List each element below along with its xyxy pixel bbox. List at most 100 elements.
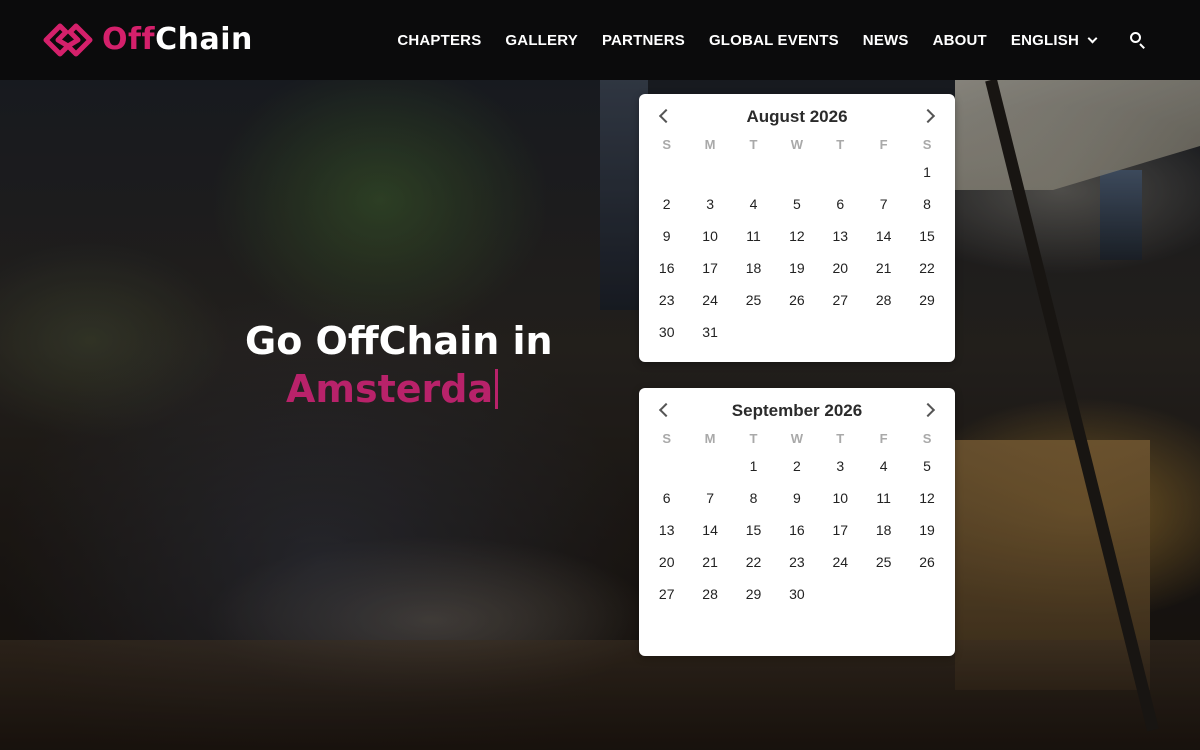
calendar-day[interactable]: 22 bbox=[732, 546, 775, 578]
hero-typed-city: Amsterda bbox=[286, 366, 499, 412]
calendar-day[interactable]: 14 bbox=[862, 220, 905, 252]
calendar-day[interactable]: 30 bbox=[645, 316, 688, 348]
hero-title: Go OffChain in bbox=[245, 319, 553, 363]
calendar-day[interactable]: 18 bbox=[732, 252, 775, 284]
nav-chapters[interactable]: CHAPTERS bbox=[397, 32, 481, 49]
calendar-day[interactable]: 2 bbox=[645, 188, 688, 220]
calendar-day[interactable]: 2 bbox=[775, 450, 818, 482]
calendar-empty-cell bbox=[688, 156, 731, 188]
calendar-day[interactable]: 25 bbox=[862, 546, 905, 578]
calendar-day[interactable]: 10 bbox=[819, 482, 862, 514]
calendar-month-title: September 2026 bbox=[731, 401, 863, 420]
calendar-day[interactable]: 6 bbox=[819, 188, 862, 220]
calendar-day[interactable]: 3 bbox=[819, 450, 862, 482]
calendar-day[interactable]: 17 bbox=[688, 252, 731, 284]
nav-gallery[interactable]: GALLERY bbox=[505, 32, 578, 49]
calendar-day[interactable]: 13 bbox=[819, 220, 862, 252]
nav-partners[interactable]: PARTNERS bbox=[602, 32, 685, 49]
calendar-day[interactable]: 5 bbox=[905, 450, 948, 482]
language-selector[interactable]: ENGLISH bbox=[1011, 32, 1098, 49]
calendar-day[interactable]: 9 bbox=[775, 482, 818, 514]
weekday-header: W bbox=[790, 137, 803, 152]
calendar-day[interactable]: 26 bbox=[775, 284, 818, 316]
calendar-empty-cell bbox=[862, 156, 905, 188]
calendar-day[interactable]: 18 bbox=[862, 514, 905, 546]
calendar-empty-cell bbox=[775, 156, 818, 188]
logo-chain-icon bbox=[43, 23, 93, 57]
calendar-day[interactable]: 23 bbox=[645, 284, 688, 316]
calendar-day[interactable]: 1 bbox=[905, 156, 948, 188]
calendar-day[interactable]: 29 bbox=[732, 578, 775, 610]
main-nav: CHAPTERS GALLERY PARTNERS GLOBAL EVENTS … bbox=[397, 0, 1148, 80]
calendar-day[interactable]: 9 bbox=[645, 220, 688, 252]
calendar-day[interactable]: 24 bbox=[819, 546, 862, 578]
calendar-day[interactable]: 26 bbox=[905, 546, 948, 578]
weekday-header: F bbox=[879, 137, 888, 152]
calendar-day[interactable]: 10 bbox=[688, 220, 731, 252]
calendar-day[interactable]: 12 bbox=[905, 482, 948, 514]
weekday-header: M bbox=[704, 137, 716, 152]
calendar-day[interactable]: 15 bbox=[732, 514, 775, 546]
calendar-day[interactable]: 13 bbox=[645, 514, 688, 546]
calendar-day[interactable]: 17 bbox=[819, 514, 862, 546]
calendar-day[interactable]: 7 bbox=[688, 482, 731, 514]
logo-text-off: Off bbox=[102, 22, 156, 57]
chevron-left-icon[interactable] bbox=[658, 108, 674, 124]
calendar-day[interactable]: 16 bbox=[645, 252, 688, 284]
offchain-logo[interactable]: OffChain bbox=[42, 20, 253, 60]
search-icon[interactable] bbox=[1128, 30, 1148, 50]
calendar-day[interactable]: 23 bbox=[775, 546, 818, 578]
weekday-header: F bbox=[879, 431, 888, 446]
calendar-day[interactable]: 6 bbox=[645, 482, 688, 514]
calendar-day[interactable]: 8 bbox=[732, 482, 775, 514]
calendar-day[interactable]: 8 bbox=[905, 188, 948, 220]
chevron-down-icon bbox=[1087, 33, 1098, 43]
calendar-day[interactable]: 27 bbox=[819, 284, 862, 316]
calendar-day[interactable]: 21 bbox=[688, 546, 731, 578]
calendar-day[interactable]: 5 bbox=[775, 188, 818, 220]
hero-section: Go OffChain in Amsterda bbox=[0, 80, 1200, 750]
weekday-header: T bbox=[749, 431, 758, 446]
calendar-day[interactable]: 15 bbox=[905, 220, 948, 252]
calendar-day[interactable]: 16 bbox=[775, 514, 818, 546]
typing-cursor bbox=[495, 369, 499, 409]
calendar-day[interactable]: 29 bbox=[905, 284, 948, 316]
calendar-day[interactable]: 20 bbox=[819, 252, 862, 284]
nav-about[interactable]: ABOUT bbox=[933, 32, 987, 49]
chevron-right-icon[interactable] bbox=[920, 108, 936, 124]
calendar-august: August 2026 S M T W T F S 1 2 3 4 5 6 7 8 9 10 11 12 13 14 15… bbox=[639, 94, 955, 362]
typed-city-text: Amsterda bbox=[286, 367, 494, 411]
calendar-day[interactable]: 24 bbox=[688, 284, 731, 316]
calendar-empty-cell bbox=[732, 156, 775, 188]
calendar-day[interactable]: 12 bbox=[775, 220, 818, 252]
calendar-day[interactable]: 20 bbox=[645, 546, 688, 578]
calendar-day[interactable]: 19 bbox=[775, 252, 818, 284]
nav-news[interactable]: NEWS bbox=[863, 32, 909, 49]
hero-overlay bbox=[0, 80, 1200, 750]
weekday-header: S bbox=[662, 431, 672, 446]
calendar-day[interactable]: 3 bbox=[688, 188, 731, 220]
calendar-day[interactable]: 31 bbox=[688, 316, 731, 348]
calendar-day[interactable]: 1 bbox=[732, 450, 775, 482]
calendar-day[interactable]: 19 bbox=[905, 514, 948, 546]
calendar-day[interactable]: 22 bbox=[905, 252, 948, 284]
calendar-grid: S M T W T F S 1 2 3 4 5 6 7 8 9 10 11 12 13 14 15 16 17 18 19 20 21… bbox=[645, 428, 949, 610]
calendar-day[interactable]: 14 bbox=[688, 514, 731, 546]
calendar-day[interactable]: 30 bbox=[775, 578, 818, 610]
weekday-header: T bbox=[836, 137, 845, 152]
calendar-september: September 2026 S M T W T F S 1 2 3 4 5 6 7 8 9 10 11 12 13 1… bbox=[639, 388, 955, 656]
calendar-month-title: August 2026 bbox=[746, 107, 848, 126]
chevron-left-icon[interactable] bbox=[658, 402, 674, 418]
calendar-day[interactable]: 27 bbox=[645, 578, 688, 610]
calendar-day[interactable]: 25 bbox=[732, 284, 775, 316]
calendar-day[interactable]: 28 bbox=[688, 578, 731, 610]
calendar-day[interactable]: 4 bbox=[862, 450, 905, 482]
calendar-day[interactable]: 4 bbox=[732, 188, 775, 220]
chevron-right-icon[interactable] bbox=[920, 402, 936, 418]
calendar-day[interactable]: 21 bbox=[862, 252, 905, 284]
calendar-day[interactable]: 7 bbox=[862, 188, 905, 220]
calendar-day[interactable]: 28 bbox=[862, 284, 905, 316]
calendar-day[interactable]: 11 bbox=[862, 482, 905, 514]
nav-global-events[interactable]: GLOBAL EVENTS bbox=[709, 32, 839, 49]
calendar-day[interactable]: 11 bbox=[732, 220, 775, 252]
